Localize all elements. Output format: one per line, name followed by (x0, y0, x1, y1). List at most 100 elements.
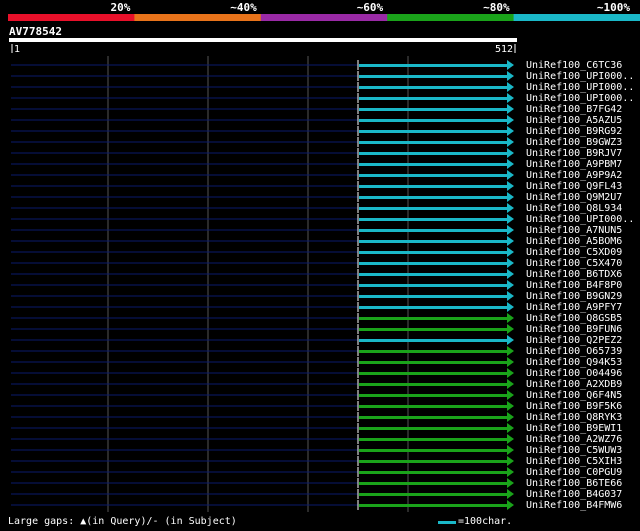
hit-row[interactable]: UniRef100_B4FMW6 (11, 500, 622, 511)
hit-alignment-bar[interactable] (359, 460, 507, 463)
hit-alignment-bar[interactable] (359, 119, 507, 122)
hit-label[interactable]: UniRef100_Q8L934 (526, 203, 622, 214)
hit-row[interactable]: UniRef100_Q6F4N5 (11, 390, 622, 401)
hit-label[interactable]: UniRef100_B4G037 (526, 489, 622, 500)
hit-alignment-bar[interactable] (359, 251, 507, 254)
hit-alignment-bar[interactable] (359, 438, 507, 441)
hit-row[interactable]: UniRef100_Q94K53 (11, 357, 622, 368)
hit-label[interactable]: UniRef100_UPI000.. (526, 71, 634, 82)
hit-alignment-bar[interactable] (359, 361, 507, 364)
hit-row[interactable]: UniRef100_B9EWI1 (11, 423, 622, 434)
hit-label[interactable]: UniRef100_Q94K53 (526, 357, 622, 368)
hit-label[interactable]: UniRef100_C5WUW3 (526, 445, 622, 456)
hit-row[interactable]: UniRef100_UPI000.. (11, 82, 634, 93)
hit-label[interactable]: UniRef100_B9GN29 (526, 291, 622, 302)
hit-label[interactable]: UniRef100_Q9FL43 (526, 181, 622, 192)
hit-row[interactable]: UniRef100_UPI000.. (11, 93, 634, 104)
hit-row[interactable]: UniRef100_A9PBM7 (11, 159, 622, 170)
hit-alignment-bar[interactable] (359, 350, 507, 353)
hit-row[interactable]: UniRef100_B6TE66 (11, 478, 622, 489)
hit-row[interactable]: UniRef100_A2WZ76 (11, 434, 622, 445)
hit-alignment-bar[interactable] (359, 394, 507, 397)
hit-label[interactable]: UniRef100_Q2PEZ2 (526, 335, 622, 346)
hit-label[interactable]: UniRef100_A9P9A2 (526, 170, 622, 181)
hit-row[interactable]: UniRef100_UPI000.. (11, 214, 634, 225)
hit-row[interactable]: UniRef100_C5WUW3 (11, 445, 622, 456)
hit-row[interactable]: UniRef100_B9FUN6 (11, 324, 622, 335)
hit-alignment-bar[interactable] (359, 152, 507, 155)
hit-alignment-bar[interactable] (359, 141, 507, 144)
hit-alignment-bar[interactable] (359, 416, 507, 419)
hit-alignment-bar[interactable] (359, 482, 507, 485)
hit-row[interactable]: UniRef100_B9GWZ3 (11, 137, 622, 148)
hit-label[interactable]: UniRef100_B9F5K6 (526, 401, 622, 412)
hit-alignment-bar[interactable] (359, 295, 507, 298)
hit-row[interactable]: UniRef100_A2XDB9 (11, 379, 622, 390)
hit-label[interactable]: UniRef100_B4FMW6 (526, 500, 622, 511)
hit-row[interactable]: UniRef100_C5X470 (11, 258, 622, 269)
hit-alignment-bar[interactable] (359, 240, 507, 243)
hit-label[interactable]: UniRef100_B6TE66 (526, 478, 622, 489)
hit-alignment-bar[interactable] (359, 284, 507, 287)
hit-row[interactable]: UniRef100_A7NUN5 (11, 225, 622, 236)
hit-row[interactable]: UniRef100_A5BOM6 (11, 236, 622, 247)
hit-alignment-bar[interactable] (359, 163, 507, 166)
hit-label[interactable]: UniRef100_Q8RYK3 (526, 412, 622, 423)
hit-row[interactable]: UniRef100_C5XD09 (11, 247, 622, 258)
hit-label[interactable]: UniRef100_Q6F4N5 (526, 390, 622, 401)
hit-label[interactable]: UniRef100_C5XIH3 (526, 456, 622, 467)
hit-label[interactable]: UniRef100_B9RJV7 (526, 148, 622, 159)
hit-alignment-bar[interactable] (359, 427, 507, 430)
hit-row[interactable]: UniRef100_B6TDX6 (11, 269, 622, 280)
hit-alignment-bar[interactable] (359, 372, 507, 375)
hit-label[interactable]: UniRef100_A9PFY7 (526, 302, 622, 313)
hit-label[interactable]: UniRef100_C5XD09 (526, 247, 622, 258)
hit-label[interactable]: UniRef100_A2XDB9 (526, 379, 622, 390)
hit-label[interactable]: UniRef100_B9RG92 (526, 126, 622, 137)
hit-row[interactable]: UniRef100_Q9FL43 (11, 181, 622, 192)
hit-label[interactable]: UniRef100_A2WZ76 (526, 434, 622, 445)
hit-alignment-bar[interactable] (359, 196, 507, 199)
hit-label[interactable]: UniRef100_B4F8P0 (526, 280, 622, 291)
hit-row[interactable]: UniRef100_Q2PEZ2 (11, 335, 622, 346)
hit-row[interactable]: UniRef100_Q8RYK3 (11, 412, 622, 423)
hit-alignment-bar[interactable] (359, 130, 507, 133)
hit-alignment-bar[interactable] (359, 493, 507, 496)
hit-alignment-bar[interactable] (359, 383, 507, 386)
hit-label[interactable]: UniRef100_A7NUN5 (526, 225, 622, 236)
hit-label[interactable]: UniRef100_B9FUN6 (526, 324, 622, 335)
hit-label[interactable]: UniRef100_Q9M2U7 (526, 192, 622, 203)
hit-row[interactable]: UniRef100_A5AZU5 (11, 115, 622, 126)
hit-alignment-bar[interactable] (359, 339, 507, 342)
hit-label[interactable]: UniRef100_B9GWZ3 (526, 137, 622, 148)
hit-label[interactable]: UniRef100_O65739 (526, 346, 622, 357)
hit-row[interactable]: UniRef100_B7FG42 (11, 104, 622, 115)
hit-alignment-bar[interactable] (359, 449, 507, 452)
hit-label[interactable]: UniRef100_A9PBM7 (526, 159, 622, 170)
hit-label[interactable]: UniRef100_Q8GSB5 (526, 313, 622, 324)
hit-alignment-bar[interactable] (359, 207, 507, 210)
hit-alignment-bar[interactable] (359, 174, 507, 177)
hit-row[interactable]: UniRef100_O65739 (11, 346, 622, 357)
hit-label[interactable]: UniRef100_C6TC36 (526, 60, 622, 71)
hit-label[interactable]: UniRef100_O04496 (526, 368, 622, 379)
hit-label[interactable]: UniRef100_B9EWI1 (526, 423, 622, 434)
hit-alignment-bar[interactable] (359, 262, 507, 265)
hit-row[interactable]: UniRef100_C6TC36 (11, 60, 622, 71)
hit-row[interactable]: UniRef100_B9GN29 (11, 291, 622, 302)
hit-row[interactable]: UniRef100_Q8GSB5 (11, 313, 622, 324)
hit-row[interactable]: UniRef100_Q9M2U7 (11, 192, 622, 203)
hit-alignment-bar[interactable] (359, 75, 507, 78)
hit-alignment-bar[interactable] (359, 328, 507, 331)
hit-alignment-bar[interactable] (359, 86, 507, 89)
hit-row[interactable]: UniRef100_Q8L934 (11, 203, 622, 214)
hit-alignment-bar[interactable] (359, 317, 507, 320)
hit-label[interactable]: UniRef100_B7FG42 (526, 104, 622, 115)
hit-label[interactable]: UniRef100_A5BOM6 (526, 236, 622, 247)
hit-label[interactable]: UniRef100_C0PGU9 (526, 467, 622, 478)
hit-alignment-bar[interactable] (359, 108, 507, 111)
hit-alignment-bar[interactable] (359, 471, 507, 474)
hit-alignment-bar[interactable] (359, 185, 507, 188)
hit-label[interactable]: UniRef100_C5X470 (526, 258, 622, 269)
hit-label[interactable]: UniRef100_B6TDX6 (526, 269, 622, 280)
